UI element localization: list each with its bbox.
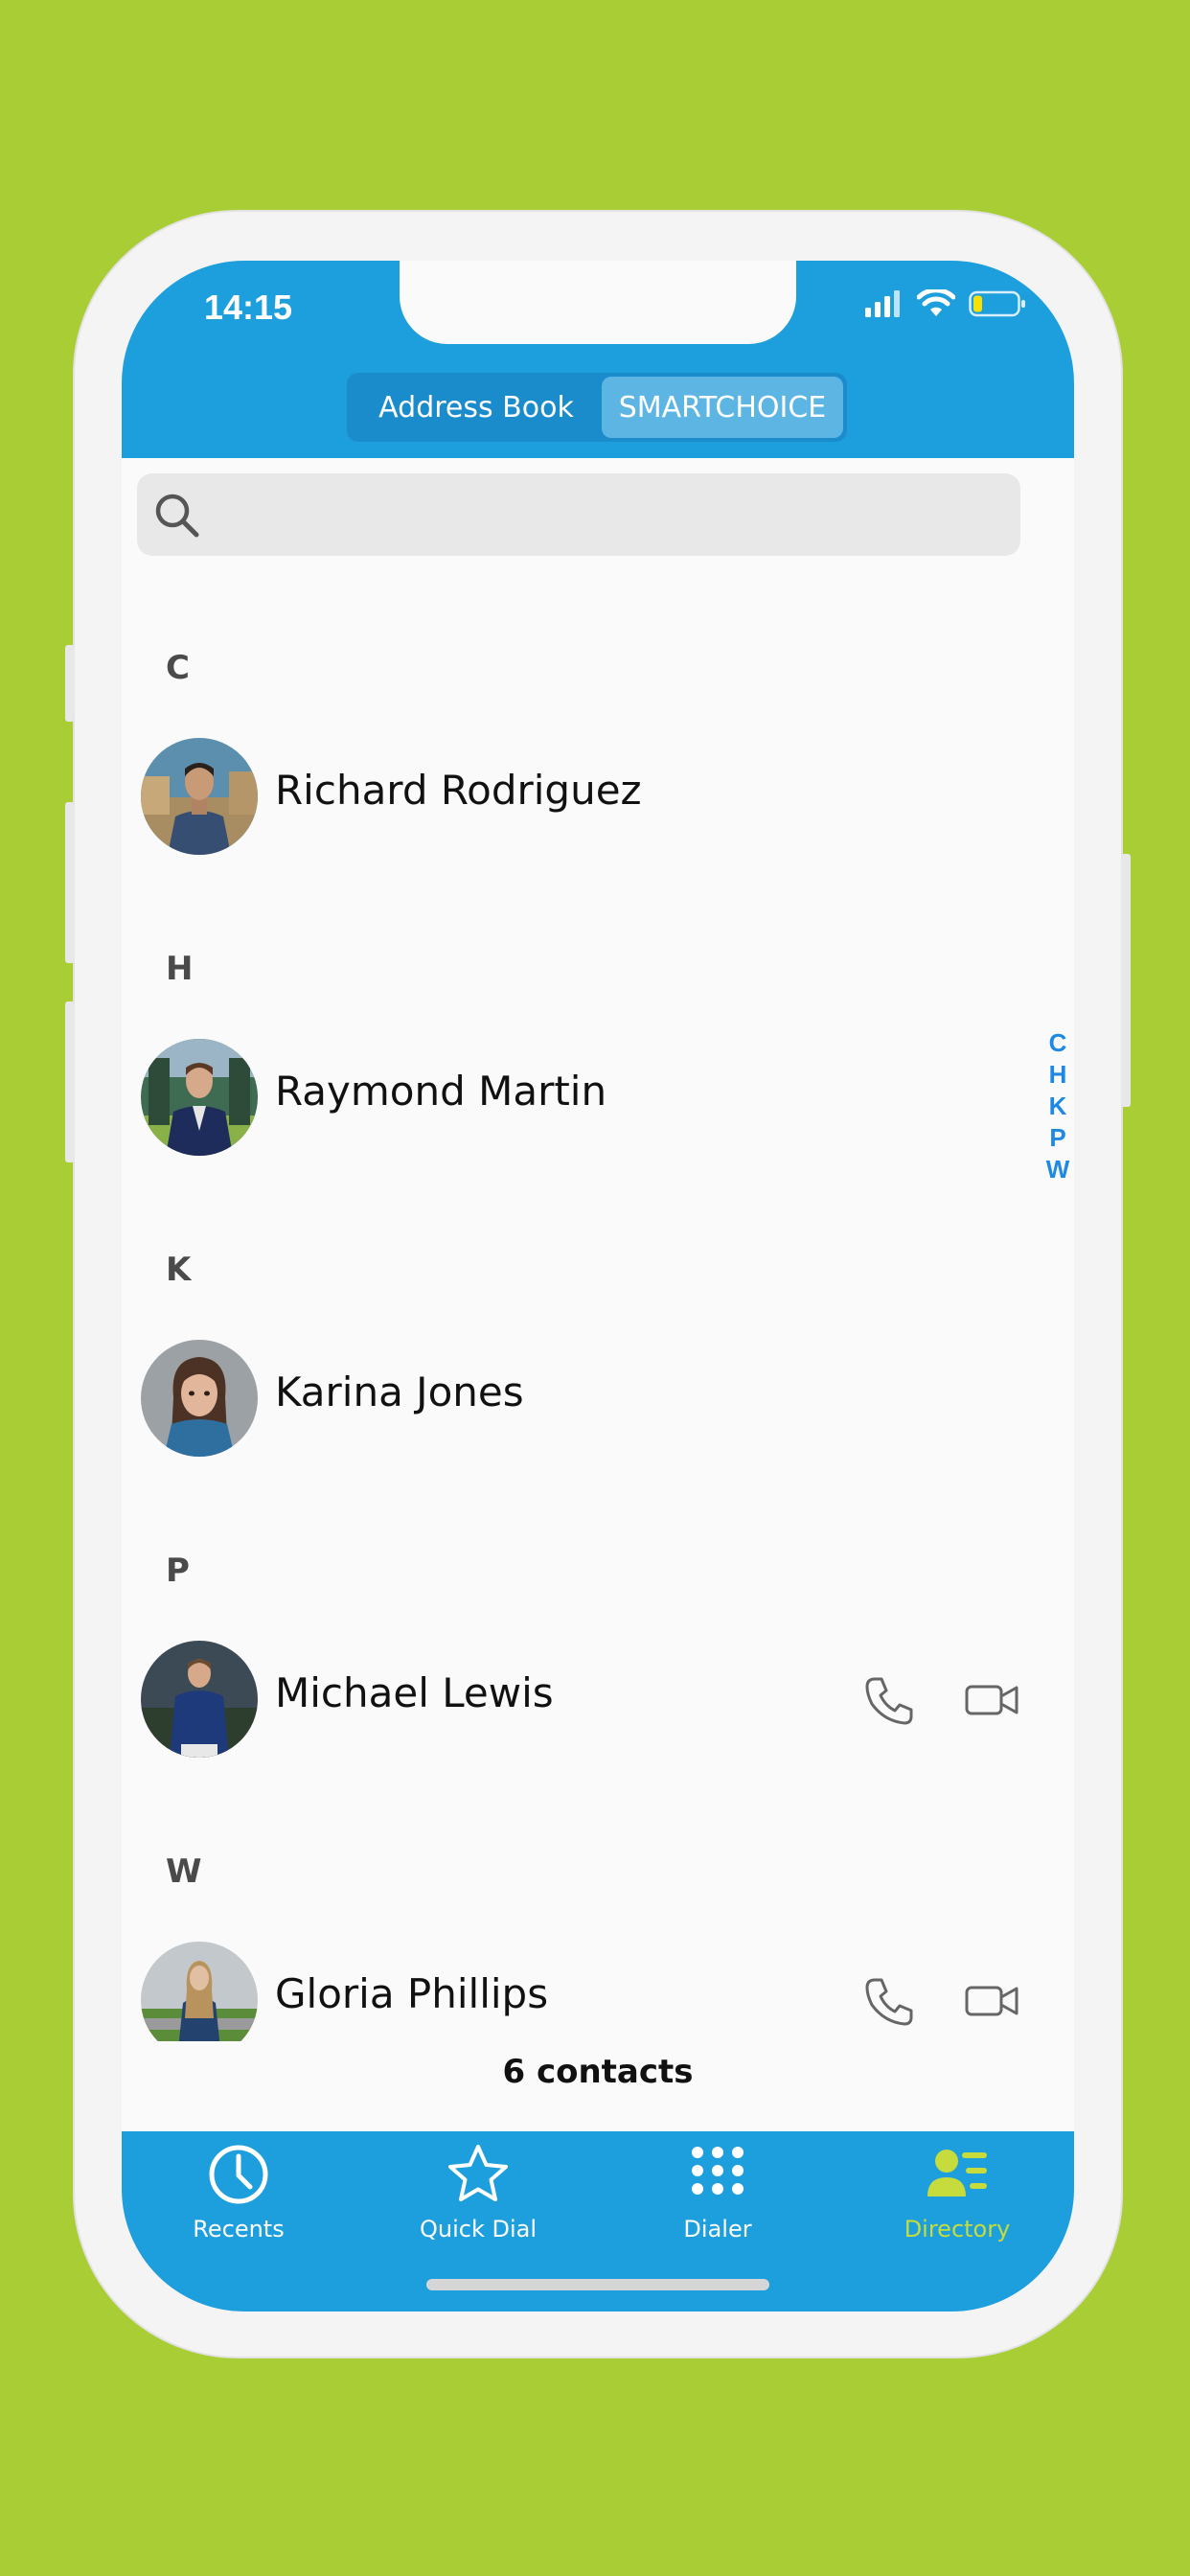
tab-label: Quick Dial bbox=[419, 2216, 537, 2242]
call-phone-icon[interactable] bbox=[863, 1675, 915, 1727]
contact-count: 6 contacts bbox=[502, 2053, 694, 2091]
contact-name: Gloria Phillips bbox=[275, 1970, 549, 2017]
tab-quick-dial[interactable]: Quick Dial bbox=[382, 2143, 574, 2242]
home-indicator[interactable] bbox=[426, 2279, 769, 2290]
index-letter-k[interactable]: K bbox=[1049, 1091, 1067, 1122]
source-segmented-control: Address Book SMARTCHOICE bbox=[347, 373, 847, 442]
tab-dialer[interactable]: Dialer bbox=[622, 2143, 813, 2242]
video-call-icon[interactable] bbox=[965, 1982, 1020, 2020]
battery-icon bbox=[969, 290, 1025, 317]
contact-name: Karina Jones bbox=[275, 1368, 524, 1415]
tab-label: Dialer bbox=[683, 2216, 752, 2242]
star-icon bbox=[448, 2145, 508, 2201]
segment-smartchoice[interactable]: SMARTCHOICE bbox=[602, 377, 843, 438]
search-icon bbox=[155, 494, 199, 538]
alphabet-index[interactable]: C H K P W bbox=[1044, 1027, 1071, 1185]
status-icons bbox=[865, 289, 1026, 318]
avatar bbox=[141, 1039, 258, 1156]
section-header-c: C bbox=[166, 649, 190, 687]
contact-name: Michael Lewis bbox=[275, 1669, 554, 1716]
contact-name: Richard Rodriguez bbox=[275, 767, 642, 814]
tab-label: Recents bbox=[193, 2216, 285, 2242]
contact-row[interactable]: Michael Lewis bbox=[122, 1641, 1074, 1760]
section-header-k: K bbox=[166, 1251, 192, 1289]
search-bar[interactable] bbox=[137, 473, 1020, 556]
dialpad-icon bbox=[692, 2147, 744, 2195]
section-header-h: H bbox=[166, 950, 194, 988]
screen: 14:15 Address Book SMARTCHOICE C Richard… bbox=[122, 261, 1074, 2312]
tab-label: Directory bbox=[904, 2216, 1011, 2242]
segment-address-book[interactable]: Address Book bbox=[351, 377, 602, 438]
avatar bbox=[141, 1340, 258, 1457]
phone-frame: 14:15 Address Book SMARTCHOICE C Richard… bbox=[65, 210, 1131, 2358]
video-call-icon[interactable] bbox=[965, 1681, 1020, 1719]
avatar bbox=[141, 1942, 258, 2041]
contact-row[interactable]: Karina Jones bbox=[122, 1340, 1074, 1459]
avatar bbox=[141, 738, 258, 855]
section-header-p: P bbox=[166, 1552, 190, 1590]
notch bbox=[400, 261, 796, 344]
cellular-signal-icon bbox=[865, 290, 900, 317]
side-button bbox=[1121, 854, 1131, 1107]
mute-switch bbox=[65, 645, 75, 722]
status-time: 14:15 bbox=[204, 288, 293, 327]
avatar bbox=[141, 1641, 258, 1758]
section-header-w: W bbox=[166, 1852, 202, 1891]
directory-icon bbox=[927, 2150, 987, 2196]
index-letter-c[interactable]: C bbox=[1049, 1027, 1067, 1059]
clock-icon bbox=[209, 2145, 268, 2204]
call-phone-icon[interactable] bbox=[863, 1976, 915, 2028]
tab-recents[interactable]: Recents bbox=[143, 2143, 334, 2242]
header: 14:15 Address Book SMARTCHOICE bbox=[122, 261, 1074, 458]
index-letter-w[interactable]: W bbox=[1046, 1154, 1070, 1185]
volume-down-button bbox=[65, 1001, 75, 1162]
contact-row[interactable]: Raymond Martin bbox=[122, 1039, 1074, 1158]
index-letter-h[interactable]: H bbox=[1049, 1059, 1067, 1091]
contact-name: Raymond Martin bbox=[275, 1068, 607, 1115]
contact-row[interactable]: Richard Rodriguez bbox=[122, 738, 1074, 857]
index-letter-p[interactable]: P bbox=[1049, 1122, 1065, 1154]
volume-up-button bbox=[65, 802, 75, 963]
tab-directory[interactable]: Directory bbox=[861, 2143, 1053, 2242]
wifi-icon bbox=[917, 289, 955, 316]
search-input[interactable] bbox=[210, 473, 1005, 556]
contact-row[interactable]: Gloria Phillips bbox=[122, 1942, 1074, 2041]
